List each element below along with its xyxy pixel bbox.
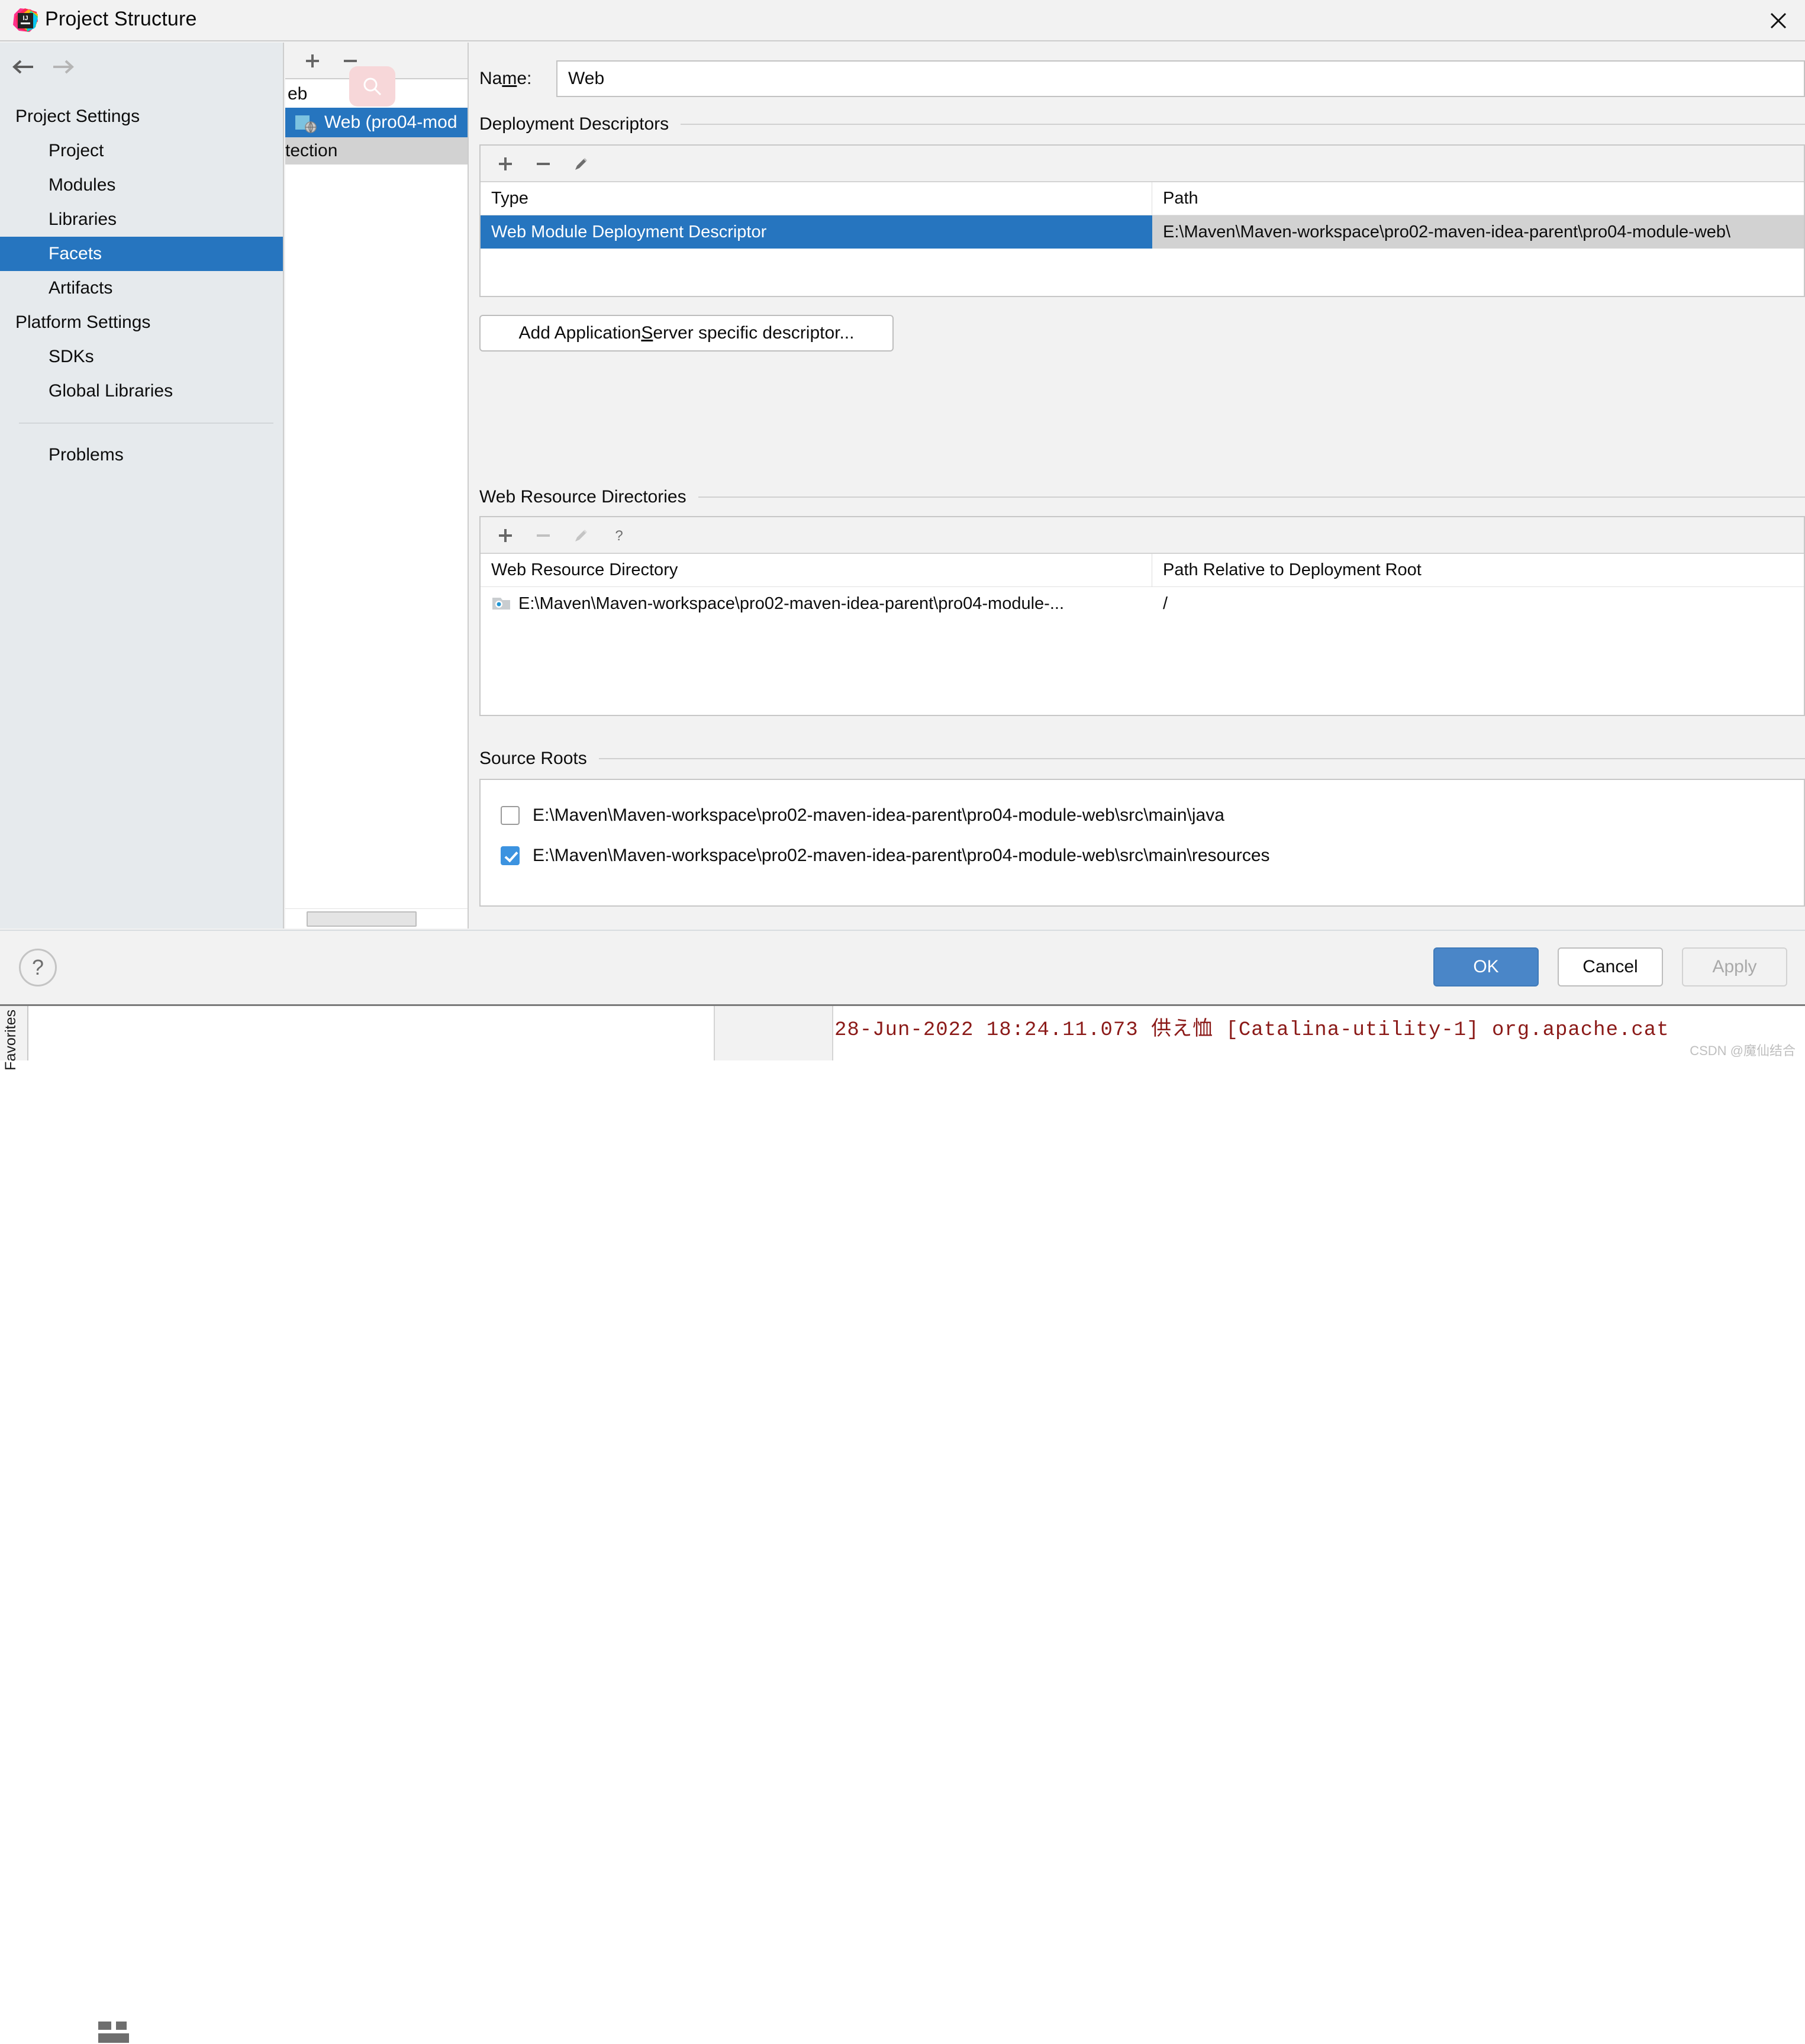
cell-web-resource-directory: E:\Maven\Maven-workspace\pro02-maven-ide… xyxy=(481,587,1152,620)
question-icon[interactable]: ? xyxy=(19,949,57,986)
plus-icon[interactable] xyxy=(491,150,520,178)
deployment-descriptors-header: Deployment Descriptors xyxy=(479,112,1805,136)
sidebar-divider xyxy=(19,423,273,424)
bg-favorites-tab[interactable]: Favorites xyxy=(2,1010,20,1071)
bg-side-strip xyxy=(715,1006,833,1060)
source-root-path: E:\Maven\Maven-workspace\pro02-maven-ide… xyxy=(533,805,1224,825)
facet-row-label: Web (pro04-mod xyxy=(324,112,457,132)
web-module-icon xyxy=(295,113,317,133)
source-root-path: E:\Maven\Maven-workspace\pro02-maven-ide… xyxy=(533,846,1270,865)
facet-tree-rows: eb Web (pro04-mod tection xyxy=(285,80,468,928)
section-rule xyxy=(681,124,1805,125)
cell-web-resource-directory-text: E:\Maven\Maven-workspace\pro02-maven-ide… xyxy=(518,594,1064,613)
sidebar-item-project[interactable]: Project xyxy=(0,134,283,168)
deployment-descriptors-title: Deployment Descriptors xyxy=(479,114,669,134)
section-rule xyxy=(698,497,1805,498)
deployment-descriptors-table-header: Type Path xyxy=(481,182,1804,215)
column-header-type[interactable]: Type xyxy=(481,182,1152,215)
web-resource-directories-title: Web Resource Directories xyxy=(479,487,686,507)
project-structure-dialog: IJ Project Structure Project Settings Pr… xyxy=(0,0,1805,1006)
cell-relative-path: / xyxy=(1163,594,1168,613)
sidebar-item-facets[interactable]: Facets xyxy=(0,237,283,271)
dialog-body: Project Settings Project Modules Librari… xyxy=(0,43,1805,928)
bg-editor-panel xyxy=(28,1006,715,2043)
source-roots-header: Source Roots xyxy=(479,747,1805,770)
sidebar-item-libraries[interactable]: Libraries xyxy=(0,202,283,237)
intellij-idea-logo-icon: IJ xyxy=(13,8,38,33)
column-header-web-resource-directory[interactable]: Web Resource Directory xyxy=(481,554,1152,586)
web-resource-directories-toolbar: ? xyxy=(481,517,1804,554)
source-root-row[interactable]: E:\Maven\Maven-workspace\pro02-maven-ide… xyxy=(481,836,1804,876)
bg-gutter-icon xyxy=(98,2022,133,2044)
source-root-checkbox[interactable] xyxy=(501,846,520,865)
facet-row-clipped[interactable]: eb xyxy=(285,80,468,108)
folder-icon xyxy=(491,595,511,612)
name-input[interactable]: Web xyxy=(556,60,1805,97)
sidebar-item-modules[interactable]: Modules xyxy=(0,168,283,202)
source-root-checkbox[interactable] xyxy=(501,806,520,825)
cell-type: Web Module Deployment Descriptor xyxy=(481,215,1152,249)
sidebar-item-global-libraries[interactable]: Global Libraries xyxy=(0,374,283,408)
section-rule xyxy=(598,758,1805,759)
dialog-action-buttons: OK Cancel Apply xyxy=(1433,947,1787,986)
plus-icon[interactable] xyxy=(491,522,520,549)
source-roots-title: Source Roots xyxy=(479,749,587,768)
source-root-row[interactable]: E:\Maven\Maven-workspace\pro02-maven-ide… xyxy=(481,795,1804,836)
web-resource-directories-panel: ? Web Resource Directory Path Relative t… xyxy=(479,516,1805,716)
settings-nav-list: Project Settings Project Modules Librari… xyxy=(0,99,283,472)
nav-group-project-settings: Project Settings xyxy=(15,107,140,126)
web-resource-directories-table-header: Web Resource Directory Path Relative to … xyxy=(481,554,1804,587)
svg-text:IJ: IJ xyxy=(22,15,28,22)
question-icon[interactable]: ? xyxy=(605,522,633,549)
nav-group-platform-settings: Platform Settings xyxy=(15,312,151,332)
dialog-footer: ? OK Cancel Apply xyxy=(0,930,1805,1004)
plus-icon[interactable] xyxy=(298,47,327,75)
horizontal-scrollbar[interactable] xyxy=(285,908,468,928)
pencil-icon[interactable] xyxy=(567,150,595,178)
pencil-icon xyxy=(567,522,595,549)
facet-row-web-module[interactable]: Web (pro04-mod xyxy=(285,108,468,137)
bg-console-line: 28-Jun-2022 18:24.11.073 供え恤 [Catalina-u… xyxy=(834,1019,1669,1042)
arrow-left-icon[interactable] xyxy=(8,53,39,80)
facet-detail-panel: Name: Web Deployment Descriptors Type Pa… xyxy=(470,43,1805,928)
column-header-path-relative[interactable]: Path Relative to Deployment Root xyxy=(1152,554,1804,586)
dialog-title: Project Structure xyxy=(45,8,197,30)
close-icon[interactable] xyxy=(1762,6,1794,36)
facet-tree-panel: eb Web (pro04-mod tection xyxy=(285,43,469,928)
minus-icon[interactable] xyxy=(529,150,557,178)
arrow-right-icon[interactable] xyxy=(47,53,78,80)
nav-history-controls xyxy=(0,53,283,89)
sidebar-item-problems[interactable]: Problems xyxy=(0,438,283,472)
minus-icon xyxy=(529,522,557,549)
csdn-watermark: CSDN @魔仙结合 xyxy=(1690,1043,1796,1058)
dialog-titlebar: IJ Project Structure xyxy=(0,0,1805,41)
source-roots-panel: E:\Maven\Maven-workspace\pro02-maven-ide… xyxy=(479,779,1805,907)
facet-row-muted[interactable]: tection xyxy=(285,137,468,165)
sidebar-item-artifacts[interactable]: Artifacts xyxy=(0,271,283,305)
ok-button[interactable]: OK xyxy=(1433,947,1539,986)
deployment-descriptors-toolbar xyxy=(481,146,1804,182)
settings-sidebar: Project Settings Project Modules Librari… xyxy=(0,43,284,928)
scrollbar-thumb[interactable] xyxy=(307,911,417,927)
web-resource-directories-header: Web Resource Directories xyxy=(479,485,1805,509)
table-row[interactable]: E:\Maven\Maven-workspace\pro02-maven-ide… xyxy=(481,587,1804,620)
add-application-server-descriptor-button[interactable]: Add Application Server specific descript… xyxy=(479,315,894,352)
table-row[interactable]: Web Module Deployment Descriptor E:\Mave… xyxy=(481,215,1804,249)
name-row: Name: Web xyxy=(479,60,1805,97)
svg-text:?: ? xyxy=(615,528,623,544)
cell-path: E:\Maven\Maven-workspace\pro02-maven-ide… xyxy=(1152,215,1804,249)
minus-icon[interactable] xyxy=(336,47,365,75)
apply-button: Apply xyxy=(1682,947,1787,986)
sidebar-item-sdks[interactable]: SDKs xyxy=(0,340,283,374)
name-label: Name: xyxy=(479,69,532,88)
cancel-button[interactable]: Cancel xyxy=(1558,947,1663,986)
bg-console-output: 28-Jun-2022 18:24.11.073 供え恤 [Catalina-u… xyxy=(834,1006,1805,1060)
deployment-descriptors-panel: Type Path Web Module Deployment Descript… xyxy=(479,144,1805,297)
column-header-path[interactable]: Path xyxy=(1152,182,1804,215)
facet-tree-toolbar xyxy=(285,43,468,107)
